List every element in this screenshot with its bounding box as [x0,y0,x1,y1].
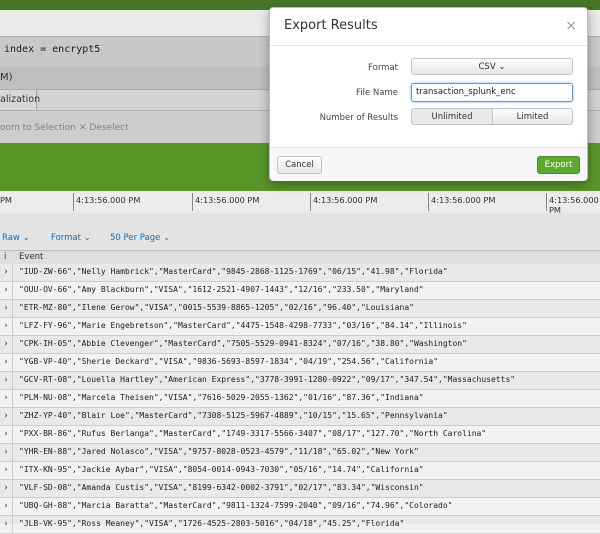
format-label: Format [368,63,398,73]
number-of-results-label: Number of Results [319,113,398,123]
unlimited-toggle[interactable]: Unlimited [411,108,493,125]
file-name-label: File Name [355,88,398,98]
dialog-footer: Cancel Export [270,147,587,181]
format-select[interactable]: CSV ⌄ [411,58,573,75]
cancel-button[interactable]: Cancel [277,156,322,174]
export-results-dialog: Export Results × Format CSV ⌄ File Name … [269,7,588,181]
dialog-title: Export Results [284,18,378,33]
dialog-header: Export Results × [270,8,587,46]
limited-toggle[interactable]: Limited [492,108,573,125]
export-button[interactable]: Export [537,156,580,174]
close-icon[interactable]: × [565,18,577,34]
file-name-input[interactable]: transaction_splunk_enc [411,83,573,102]
